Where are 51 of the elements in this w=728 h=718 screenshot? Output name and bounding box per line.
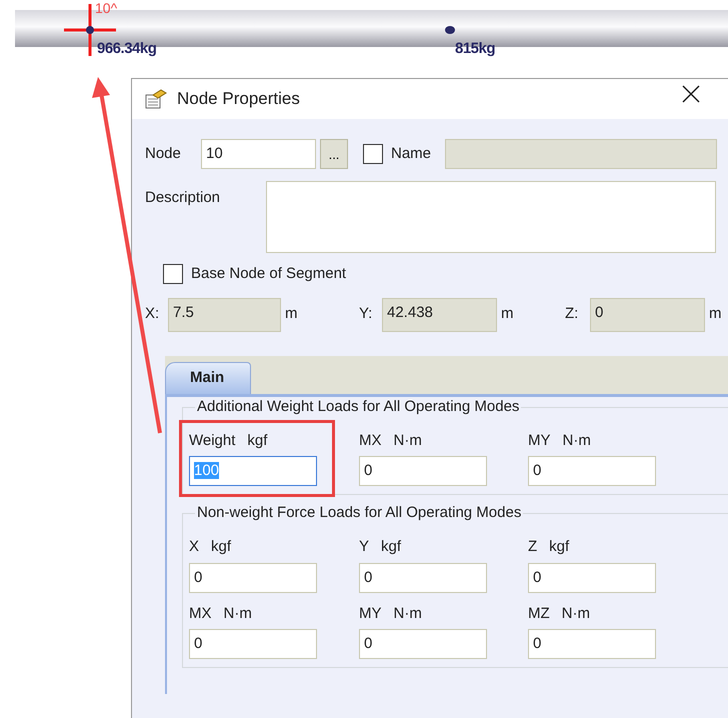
browse-button[interactable]: ... — [320, 139, 348, 169]
input-field[interactable]: 0 — [528, 629, 656, 659]
input-field[interactable]: 0 — [359, 456, 487, 486]
coordinate-field[interactable]: 7.5 — [168, 298, 281, 332]
node-label: 10^ — [95, 0, 118, 18]
unit-label: N·m — [394, 604, 422, 624]
field-label: MZ — [528, 604, 550, 624]
input-field[interactable]: 0 — [359, 629, 487, 659]
window-title: Node Properties — [177, 88, 300, 110]
field-label: MY — [528, 430, 550, 450]
coordinate-label: Z: — [565, 304, 580, 324]
unit-label: kgf — [211, 537, 232, 557]
unit-label: N·m — [224, 604, 252, 624]
unit-label: N·m — [562, 430, 591, 450]
field-label: Description — [145, 188, 222, 208]
unit-label: kgf — [247, 430, 268, 450]
field-label: MX — [189, 604, 212, 624]
input-field[interactable]: 0 — [528, 562, 656, 592]
weight-label: 815kg — [455, 39, 496, 59]
node-field[interactable]: 10 — [201, 139, 316, 169]
field-label: X — [189, 537, 200, 557]
field-label: Z — [528, 537, 538, 557]
weight-label: 966.34kg — [97, 39, 156, 59]
coordinate-label: X: — [145, 304, 160, 324]
close-icon[interactable] — [682, 85, 700, 103]
input-field[interactable]: 0 — [528, 456, 656, 486]
properties-icon — [145, 89, 167, 109]
checkbox[interactable] — [163, 264, 183, 284]
field-label: Y — [359, 537, 370, 557]
unit-label: m — [501, 304, 514, 324]
unit-label: N·m — [394, 430, 422, 450]
description-field[interactable] — [266, 181, 716, 253]
input-field[interactable]: 0 — [359, 562, 487, 592]
unit-label: N·m — [562, 604, 590, 624]
field-label: Node — [145, 144, 182, 164]
input-field[interactable]: 0 — [189, 562, 317, 592]
checkbox-label: Name — [391, 144, 432, 164]
coordinate-field[interactable]: 42.438 — [382, 298, 497, 332]
field-label: Weight — [189, 430, 236, 450]
coordinate-label: Y: — [359, 304, 374, 324]
input-field[interactable]: 0 — [189, 629, 317, 659]
coordinate-field[interactable]: 0 — [590, 298, 705, 332]
tab[interactable]: Main — [165, 362, 251, 394]
unit-label: kgf — [549, 537, 570, 557]
group-title: Non-weight Force Loads for All Operating Modes — [195, 503, 524, 523]
unit-label: m — [709, 304, 721, 324]
unit-label: kgf — [381, 537, 402, 557]
checkbox-label: Base Node of Segment — [191, 264, 346, 284]
unit-label: m — [285, 304, 298, 324]
field-label: MY — [359, 604, 382, 624]
field-label: MX — [359, 430, 382, 450]
